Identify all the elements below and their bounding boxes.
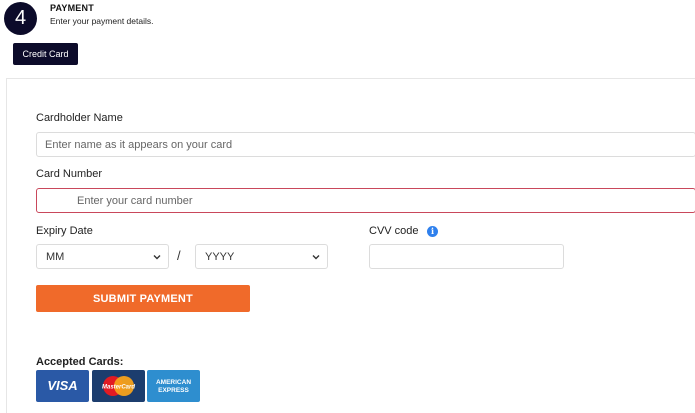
mastercard-logo: MasterCard [92,370,145,402]
submit-payment-button[interactable]: SUBMIT PAYMENT [36,285,250,312]
visa-logo: VISA [36,370,89,402]
step-subtitle: Enter your payment details. [50,16,154,26]
cardholder-name-input[interactable] [36,132,695,157]
cardholder-name-label: Cardholder Name [36,112,123,124]
accepted-cards-label: Accepted Cards: [36,356,124,368]
credit-card-tab[interactable]: Credit Card [13,43,78,65]
visa-logo-text: VISA [47,378,78,393]
chevron-down-icon [312,255,320,260]
amex-logo: AMERICAN EXPRESS [147,370,200,402]
card-number-label: Card Number [36,168,103,180]
expiry-month-select[interactable]: MM [36,244,169,269]
card-number-input[interactable] [36,188,695,213]
chevron-down-icon [153,255,161,260]
info-icon[interactable]: i [427,226,438,237]
expiry-month-value: MM [46,251,65,263]
cvv-code-label: CVV code [369,225,419,237]
mastercard-circles-icon: MasterCard [102,376,135,396]
step-number-badge: 4 [4,2,37,35]
step-title: PAYMENT [50,3,94,13]
expiry-year-value: YYYY [205,251,235,263]
amex-logo-line1: AMERICAN [155,379,192,386]
mastercard-logo-text: MasterCard [102,385,135,391]
expiry-date-label: Expiry Date [36,225,93,237]
cvv-input[interactable] [369,244,564,269]
amex-logo-line2: EXPRESS [158,387,189,394]
expiry-separator: / [177,248,181,263]
expiry-year-select[interactable]: YYYY [195,244,328,269]
